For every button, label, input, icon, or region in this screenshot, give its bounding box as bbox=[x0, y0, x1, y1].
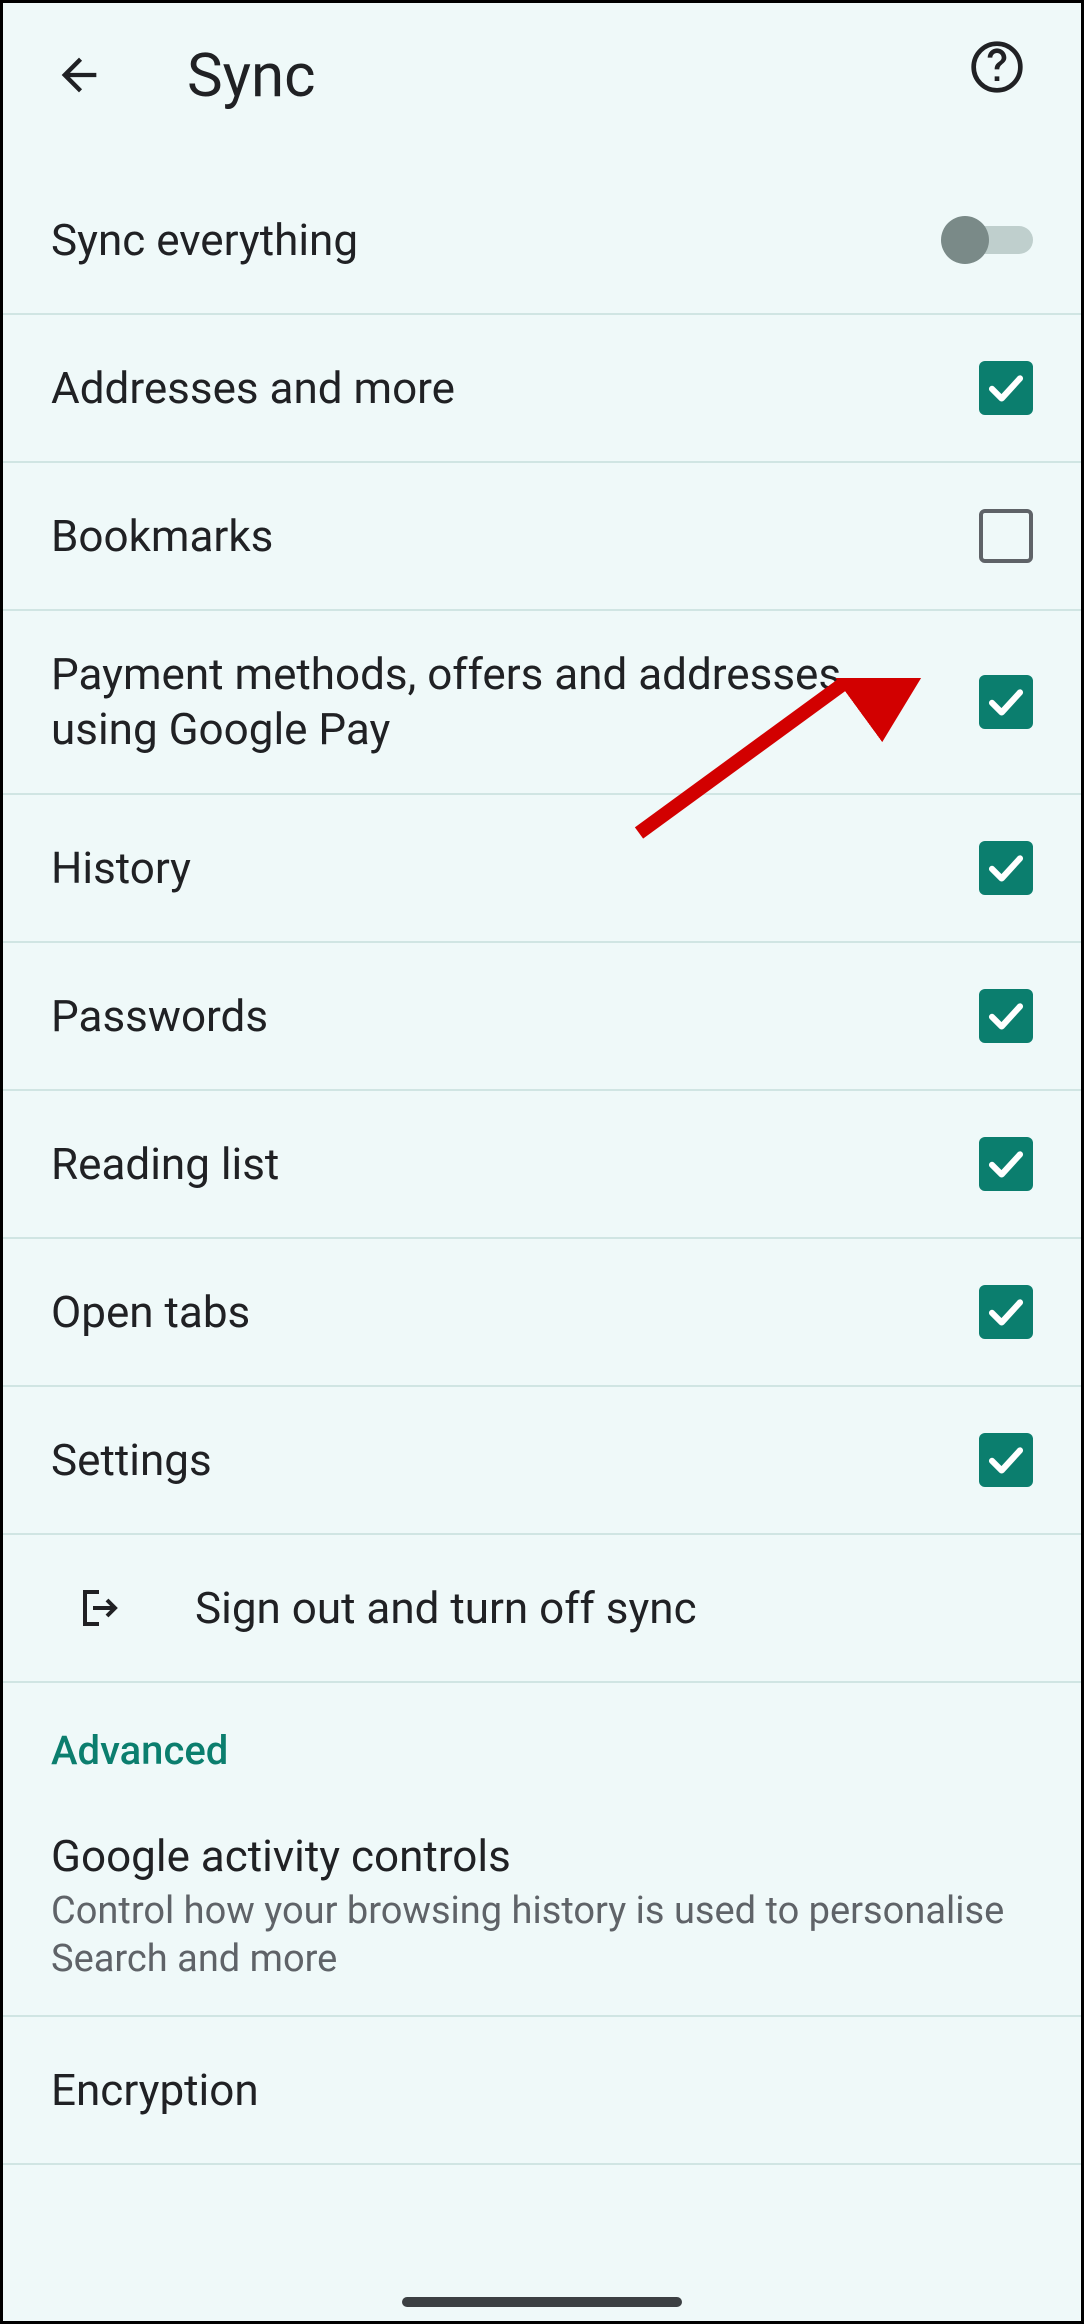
sync-item-checkbox[interactable] bbox=[979, 841, 1033, 895]
activity-subtitle: Control how your browsing history is use… bbox=[51, 1888, 1033, 1983]
app-bar: Sync bbox=[3, 3, 1081, 167]
sync-item-label: Bookmarks bbox=[51, 509, 979, 564]
help-button[interactable] bbox=[969, 39, 1041, 111]
sync-item-label: Addresses and more bbox=[51, 361, 979, 416]
sync-item-checkbox[interactable] bbox=[979, 509, 1033, 563]
check-icon bbox=[985, 1439, 1027, 1481]
check-icon bbox=[985, 847, 1027, 889]
sync-item-row[interactable]: History bbox=[3, 795, 1081, 943]
sync-item-label: Reading list bbox=[51, 1137, 979, 1192]
sync-item-label: Settings bbox=[51, 1433, 979, 1488]
sync-item-checkbox[interactable] bbox=[979, 1137, 1033, 1191]
encryption-label: Encryption bbox=[51, 2063, 1033, 2118]
sync-item-checkbox[interactable] bbox=[979, 361, 1033, 415]
sync-item-label: Passwords bbox=[51, 989, 979, 1044]
check-icon bbox=[985, 681, 1027, 723]
page-title: Sync bbox=[187, 40, 969, 111]
google-activity-controls-row[interactable]: Google activity controls Control how you… bbox=[3, 1798, 1081, 2017]
sync-item-row[interactable]: Passwords bbox=[3, 943, 1081, 1091]
sync-everything-switch[interactable] bbox=[941, 216, 1033, 264]
sync-item-checkbox[interactable] bbox=[979, 989, 1033, 1043]
sync-item-row[interactable]: Addresses and more bbox=[3, 315, 1081, 463]
activity-title: Google activity controls bbox=[51, 1830, 1033, 1882]
switch-thumb bbox=[941, 216, 989, 264]
advanced-section-header: Advanced bbox=[3, 1683, 1081, 1798]
signout-label: Sign out and turn off sync bbox=[195, 1582, 697, 1634]
arrow-back-icon bbox=[53, 49, 105, 101]
sync-item-row[interactable]: Settings bbox=[3, 1387, 1081, 1535]
sync-everything-row[interactable]: Sync everything bbox=[3, 167, 1081, 315]
home-indicator bbox=[402, 2297, 682, 2307]
check-icon bbox=[985, 1291, 1027, 1333]
sync-item-label: Open tabs bbox=[51, 1285, 979, 1340]
back-button[interactable] bbox=[43, 39, 115, 111]
sync-item-checkbox[interactable] bbox=[979, 675, 1033, 729]
help-outline-icon bbox=[969, 39, 1025, 95]
sync-everything-label: Sync everything bbox=[51, 213, 941, 268]
check-icon bbox=[985, 1143, 1027, 1185]
sync-item-row[interactable]: Open tabs bbox=[3, 1239, 1081, 1387]
signout-row[interactable]: Sign out and turn off sync bbox=[3, 1535, 1081, 1683]
check-icon bbox=[985, 995, 1027, 1037]
check-icon bbox=[985, 367, 1027, 409]
sync-item-label: Payment methods, offers and addresses us… bbox=[51, 647, 979, 757]
signout-icon bbox=[75, 1584, 123, 1632]
sync-item-label: History bbox=[51, 841, 979, 896]
sync-item-row[interactable]: Reading list bbox=[3, 1091, 1081, 1239]
sync-item-checkbox[interactable] bbox=[979, 1285, 1033, 1339]
sync-item-checkbox[interactable] bbox=[979, 1433, 1033, 1487]
encryption-row[interactable]: Encryption bbox=[3, 2017, 1081, 2165]
sync-item-row[interactable]: Payment methods, offers and addresses us… bbox=[3, 611, 1081, 795]
sync-item-row[interactable]: Bookmarks bbox=[3, 463, 1081, 611]
